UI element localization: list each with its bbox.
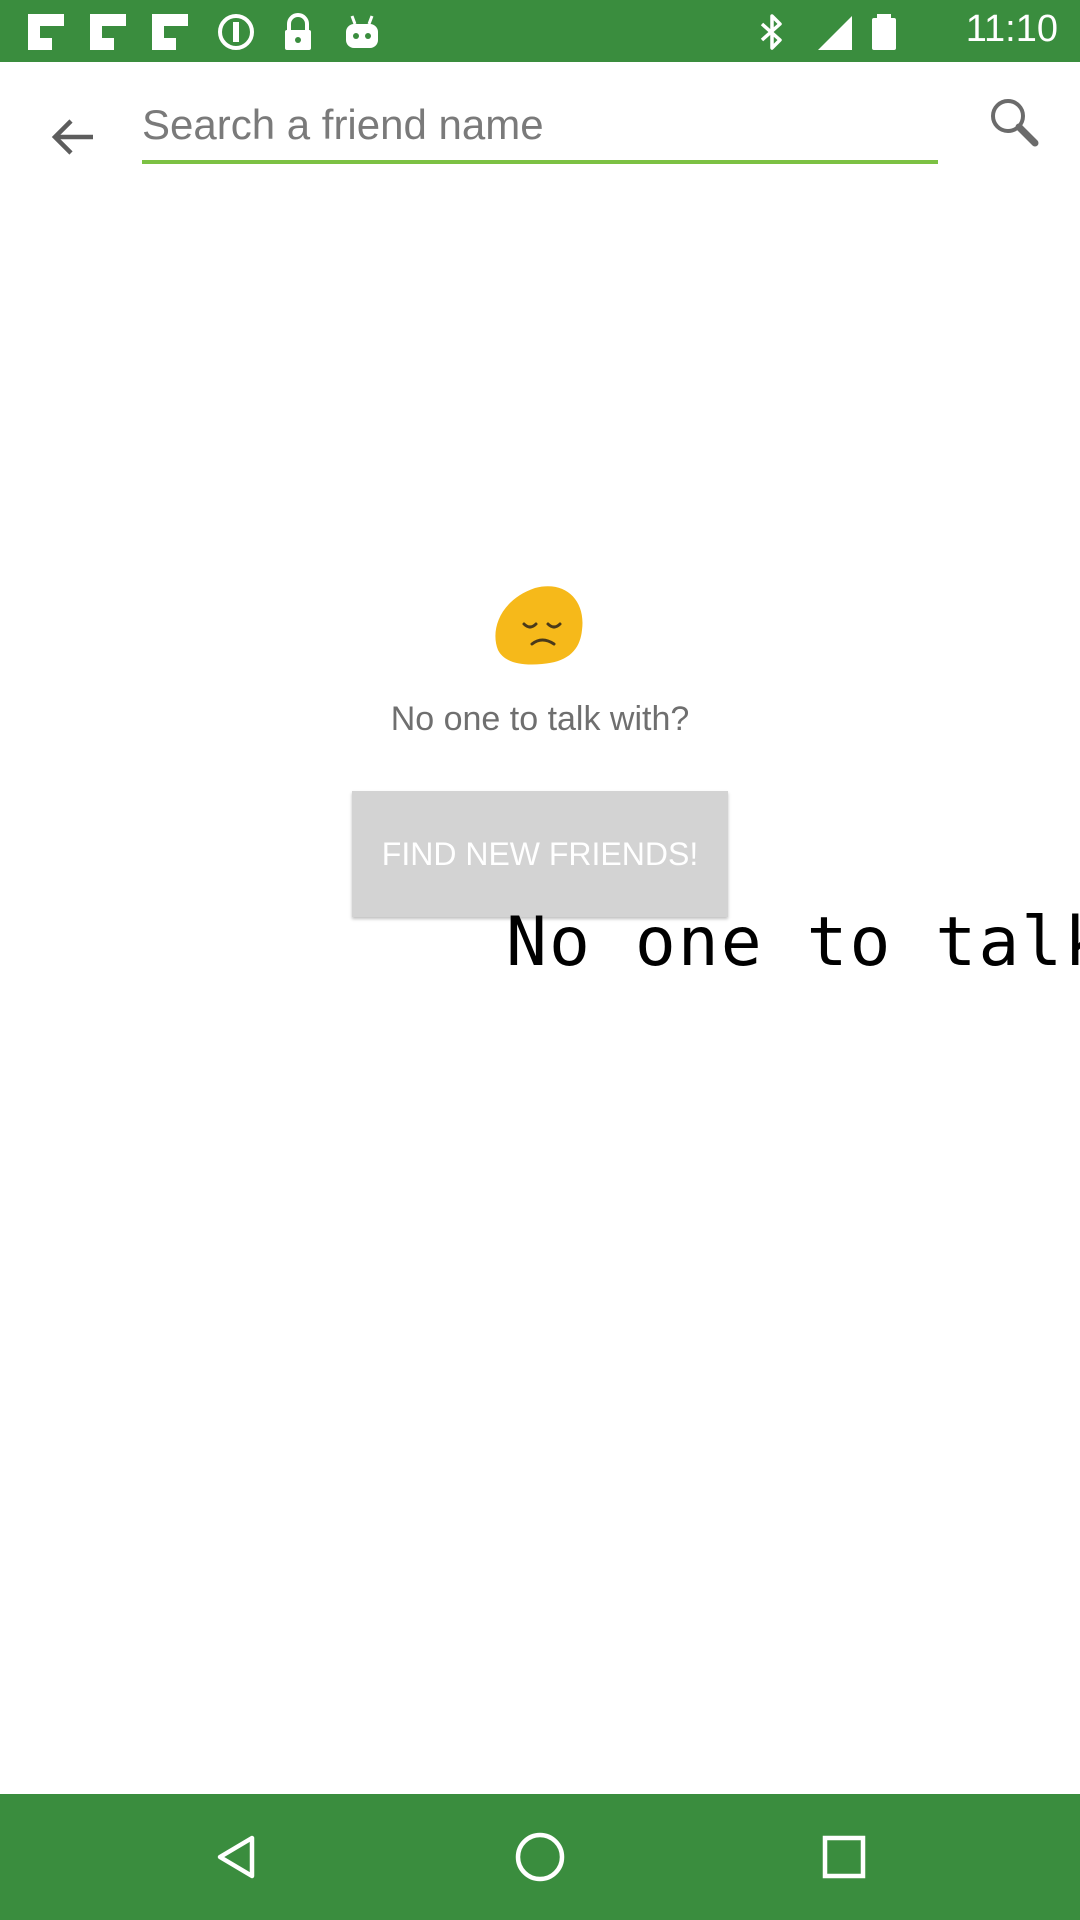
nav-home-button[interactable] (507, 1824, 573, 1890)
status-time: 11:10 (965, 8, 1058, 50)
battery-icon (872, 14, 896, 50)
nav-back-button[interactable] (204, 1824, 270, 1890)
screen: 11:10 No one to talk with? FIND NEW FRIE… (0, 0, 1080, 1920)
friend-search-input[interactable] (142, 90, 938, 164)
back-button[interactable] (40, 104, 106, 170)
status-bar: 11:10 (0, 0, 1080, 62)
arrow-back-icon (51, 119, 93, 155)
nav-recents-icon (822, 1835, 866, 1879)
bluetooth-icon (760, 14, 782, 50)
navigation-bar (0, 1794, 1080, 1920)
search-icon (991, 99, 1039, 147)
empty-state-message: No one to talk with? (390, 700, 690, 738)
flipboard-icon (152, 14, 188, 50)
android-icon (346, 15, 378, 48)
search-button[interactable] (984, 92, 1044, 152)
find-new-friends-button[interactable]: FIND NEW FRIENDS! (352, 791, 728, 917)
overlay-caption: No one to talk w (506, 903, 1080, 982)
signal-icon (818, 16, 852, 50)
nav-recents-button[interactable] (811, 1824, 877, 1890)
nav-home-icon (515, 1832, 565, 1882)
nav-back-icon (217, 1835, 255, 1879)
flipboard-icon (90, 14, 126, 50)
lock-icon (285, 13, 311, 50)
flipboard-icon (28, 14, 64, 50)
sad-face-emoji (495, 586, 583, 665)
search-toolbar (0, 62, 1080, 192)
alert-icon (218, 14, 254, 50)
